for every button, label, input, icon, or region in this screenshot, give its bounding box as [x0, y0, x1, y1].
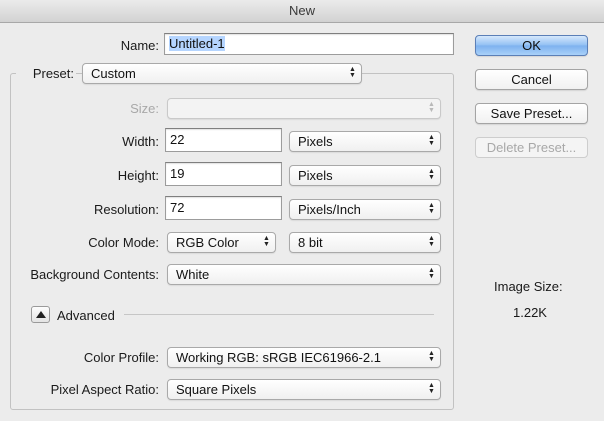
size-popup: ▲ ▼	[167, 98, 441, 119]
advanced-label: Advanced	[57, 308, 115, 323]
advanced-toggle-button[interactable]	[31, 306, 50, 323]
resolution-unit-popup[interactable]: Pixels/Inch ▲ ▼	[289, 199, 441, 220]
name-label: Name:	[120, 38, 159, 53]
resolution-label: Resolution:	[93, 202, 159, 217]
name-field-value: Untitled-1	[169, 36, 225, 51]
window-title: New	[0, 0, 604, 23]
color-mode-value: RGB Color	[176, 235, 239, 250]
resolution-field[interactable]: 72	[165, 196, 282, 220]
background-contents-label: Background Contents:	[30, 267, 159, 282]
cancel-button[interactable]: Cancel	[475, 69, 588, 90]
name-field[interactable]: Untitled-1	[164, 33, 454, 55]
width-label: Width:	[122, 134, 159, 149]
height-unit-popup[interactable]: Pixels ▲ ▼	[289, 165, 441, 186]
pixel-aspect-ratio-value: Square Pixels	[176, 382, 257, 397]
color-profile-label: Color Profile:	[83, 350, 159, 365]
updown-chevron-icon: ▲ ▼	[428, 101, 435, 114]
updown-chevron-icon: ▲ ▼	[263, 235, 270, 248]
height-unit-value: Pixels	[298, 168, 333, 183]
color-profile-value: Working RGB: sRGB IEC61966-2.1	[176, 350, 381, 365]
height-label: Height:	[117, 168, 159, 183]
background-contents-popup[interactable]: White ▲ ▼	[167, 264, 441, 285]
updown-chevron-icon: ▲ ▼	[428, 350, 435, 363]
save-preset-button[interactable]: Save Preset...	[475, 103, 588, 124]
image-size-label: Image Size:	[494, 279, 563, 294]
ok-button[interactable]: OK	[475, 35, 588, 56]
new-document-dialog: Name: Untitled-1 Preset: Custom ▲ ▼ Size:…	[0, 23, 604, 421]
height-field[interactable]: 19	[165, 162, 282, 186]
size-label: Size:	[130, 101, 159, 116]
pixel-aspect-ratio-popup[interactable]: Square Pixels ▲ ▼	[167, 379, 441, 400]
disclosure-triangle-up-icon	[36, 311, 46, 318]
updown-chevron-icon: ▲ ▼	[428, 168, 435, 181]
updown-chevron-icon: ▲ ▼	[349, 66, 356, 79]
bit-depth-value: 8 bit	[298, 235, 323, 250]
width-unit-value: Pixels	[298, 134, 333, 149]
preset-popup[interactable]: Custom ▲ ▼	[82, 63, 362, 84]
pixel-aspect-ratio-label: Pixel Aspect Ratio:	[50, 382, 159, 397]
width-unit-popup[interactable]: Pixels ▲ ▼	[289, 131, 441, 152]
updown-chevron-icon: ▲ ▼	[428, 134, 435, 147]
resolution-unit-value: Pixels/Inch	[298, 202, 361, 217]
width-value: 22	[170, 132, 185, 147]
resolution-value: 72	[170, 200, 185, 215]
width-field[interactable]: 22	[165, 128, 282, 152]
image-size-value: 1.22K	[513, 305, 547, 320]
color-mode-popup[interactable]: RGB Color ▲ ▼	[167, 232, 276, 253]
updown-chevron-icon: ▲ ▼	[428, 235, 435, 248]
updown-chevron-icon: ▲ ▼	[428, 267, 435, 280]
preset-value: Custom	[91, 66, 136, 81]
updown-chevron-icon: ▲ ▼	[428, 202, 435, 215]
background-contents-value: White	[176, 267, 210, 282]
color-profile-popup[interactable]: Working RGB: sRGB IEC61966-2.1 ▲ ▼	[167, 347, 441, 368]
delete-preset-button: Delete Preset...	[475, 137, 588, 158]
advanced-divider	[124, 314, 434, 315]
updown-chevron-icon: ▲ ▼	[428, 382, 435, 395]
height-value: 19	[170, 166, 185, 181]
color-mode-label: Color Mode:	[88, 235, 159, 250]
bit-depth-popup[interactable]: 8 bit ▲ ▼	[289, 232, 441, 253]
preset-label: Preset:	[16, 66, 76, 81]
